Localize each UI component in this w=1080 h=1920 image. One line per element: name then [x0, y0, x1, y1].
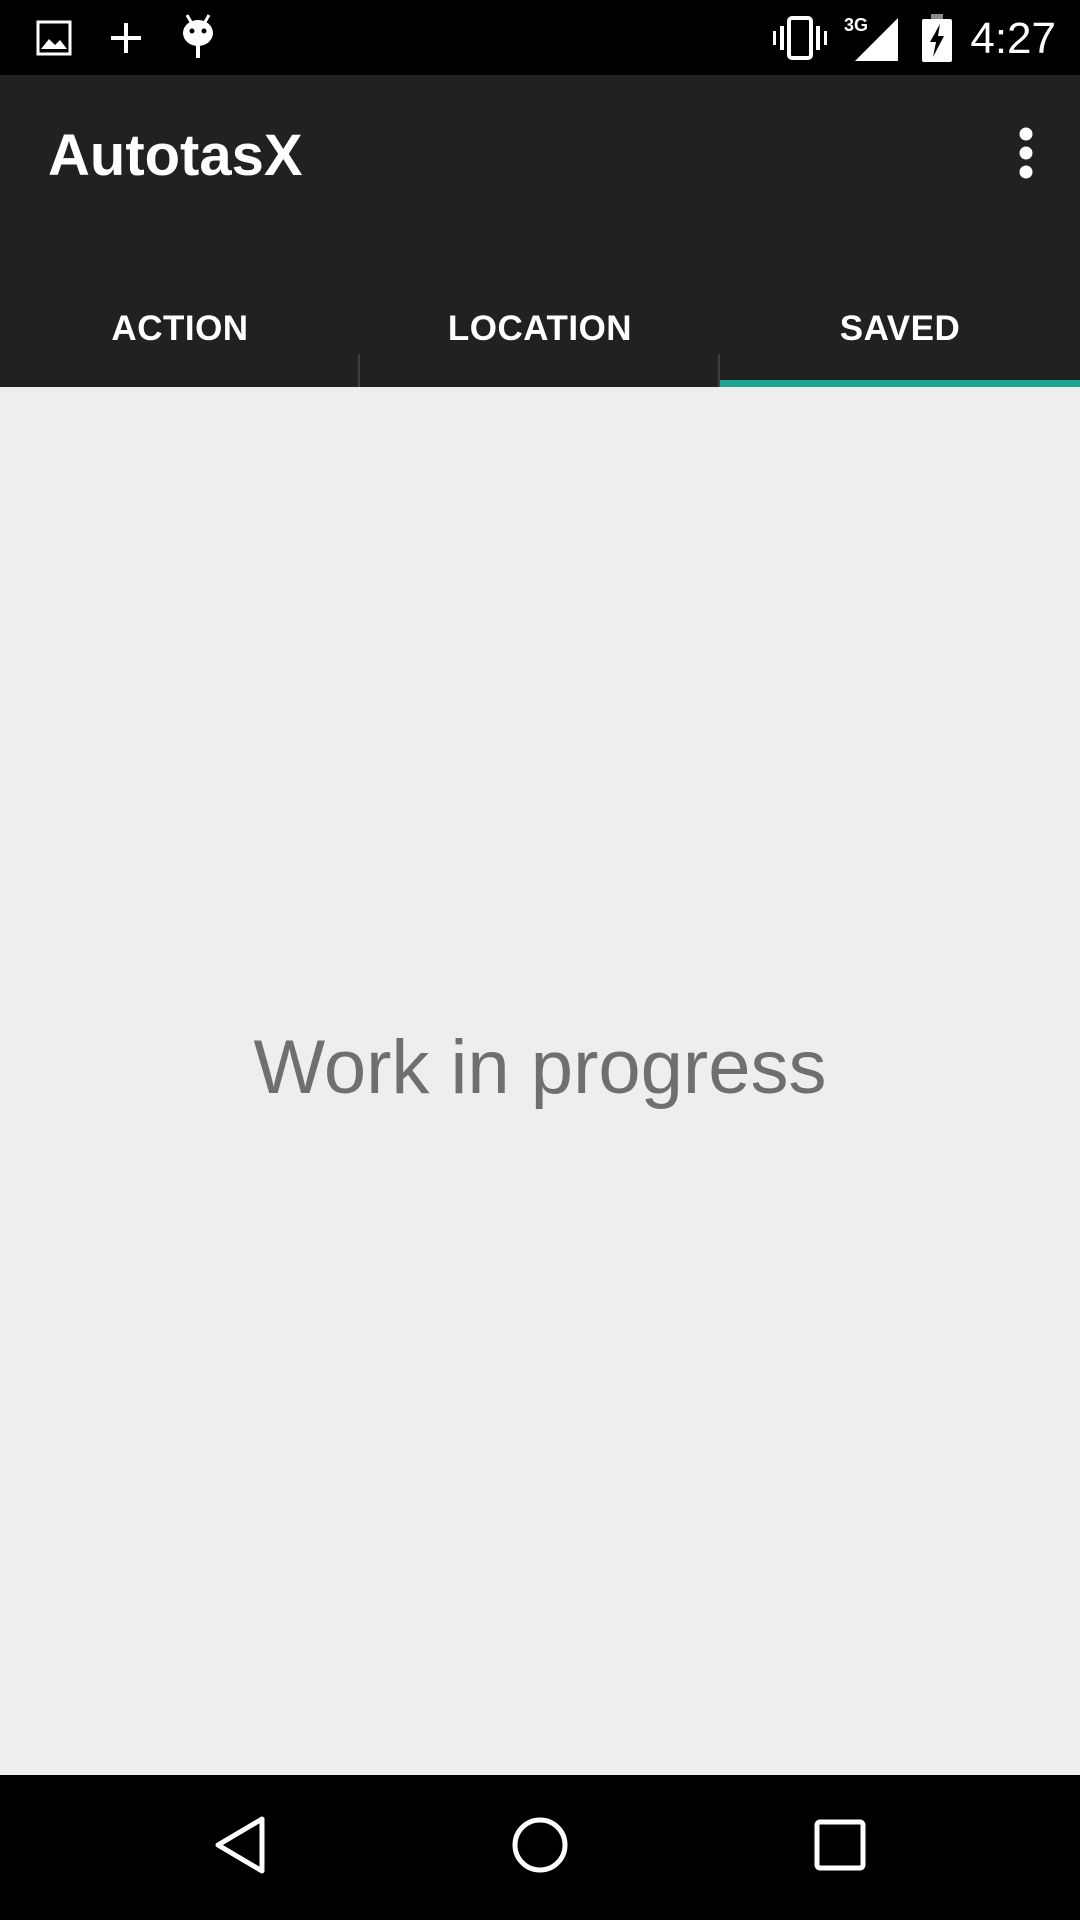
overflow-menu-button[interactable]: [996, 115, 1056, 195]
battery-charging-icon: [919, 0, 955, 75]
tab-action-label: ACTION: [111, 308, 249, 348]
vibrate-icon: [772, 0, 828, 75]
back-button[interactable]: [160, 1775, 320, 1920]
saved-content: Work in progress: [0, 387, 1080, 1775]
app-bar: AutotasX ACTION LOCATION SAVED: [0, 75, 1080, 426]
home-icon: [511, 1816, 569, 1879]
tab-bar: ACTION LOCATION SAVED: [0, 270, 1080, 426]
status-time: 4:27: [970, 14, 1056, 63]
work-in-progress-message: Work in progress: [253, 1025, 827, 1110]
image-icon: [34, 0, 74, 75]
tab-location[interactable]: LOCATION: [360, 270, 720, 426]
navigation-bar: [0, 1775, 1080, 1920]
recents-icon: [814, 1819, 866, 1876]
tab-saved[interactable]: SAVED: [720, 270, 1080, 387]
tab-location-label: LOCATION: [447, 308, 633, 348]
android-icon: [176, 0, 220, 75]
tab-action[interactable]: ACTION: [0, 270, 360, 426]
home-button[interactable]: [460, 1775, 620, 1920]
recents-button[interactable]: [760, 1775, 920, 1920]
tab-saved-label: SAVED: [839, 308, 961, 348]
signal-icon: 3G: [843, 0, 899, 75]
tab-selected-indicator: [720, 380, 1080, 387]
network-type-label: 3G: [844, 15, 868, 35]
status-bar: 3G 4:27: [0, 0, 1080, 75]
app-title: AutotasX: [48, 123, 303, 188]
back-icon: [212, 1815, 268, 1880]
plus-icon: [106, 0, 146, 75]
more-vert-icon: [1018, 127, 1034, 184]
screen: 3G 4:27 AutotasX ACTION LOCATION SAVED W…: [0, 0, 1080, 1920]
